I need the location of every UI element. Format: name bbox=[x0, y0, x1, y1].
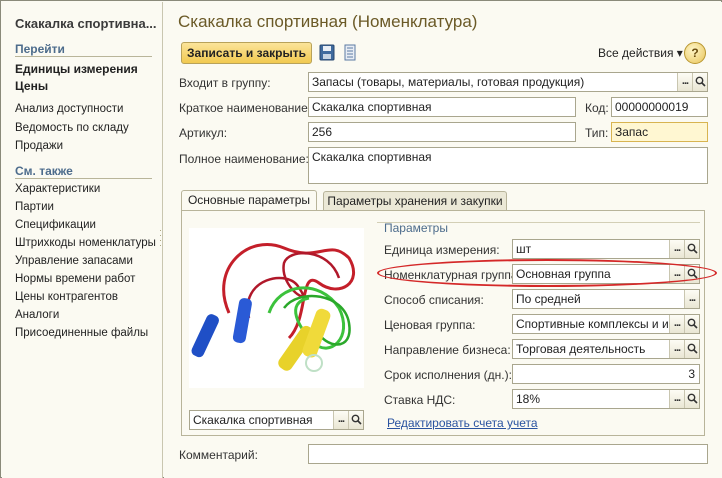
type-label: Тип: bbox=[585, 126, 609, 140]
unit-label: Единица измерения: bbox=[384, 243, 500, 257]
select-dots-icon[interactable]: ... bbox=[677, 73, 692, 91]
search-icon[interactable] bbox=[684, 390, 699, 408]
full-name-value: Скакалка спортивная bbox=[312, 150, 432, 164]
tab-storage-params[interactable]: Параметры хранения и закупки bbox=[323, 191, 507, 211]
edit-accounts-link[interactable]: Редактировать счета учета bbox=[387, 416, 538, 430]
nav-prices[interactable]: Цены bbox=[15, 79, 48, 93]
short-name-label: Краткое наименование: bbox=[179, 101, 312, 115]
tab-main-params[interactable]: Основные параметры bbox=[181, 190, 317, 211]
search-icon[interactable] bbox=[348, 411, 363, 429]
nav-availability-analysis[interactable]: Анализ доступности bbox=[15, 103, 123, 115]
divider bbox=[15, 56, 152, 57]
help-icon[interactable]: ? bbox=[684, 42, 706, 64]
code-label: Код: bbox=[585, 101, 609, 115]
vat-label: Ставка НДС: bbox=[384, 393, 456, 407]
price-group-value: Спортивные комплексы и инв bbox=[516, 317, 682, 331]
nav-stock-report[interactable]: Ведомость по складу bbox=[15, 122, 129, 134]
nav-units[interactable]: Единицы измерения bbox=[15, 62, 138, 76]
nav-batches[interactable]: Партии bbox=[15, 201, 54, 213]
article-value: 256 bbox=[312, 125, 333, 139]
page-title: Скакалка спортивная (Номенклатура) bbox=[178, 12, 478, 31]
term-label: Срок исполнения (дн.): bbox=[384, 368, 512, 382]
select-dots-icon[interactable]: ... bbox=[669, 240, 684, 258]
nav-stock-management[interactable]: Управление запасами bbox=[15, 255, 133, 267]
select-dots-icon[interactable]: ... bbox=[669, 340, 684, 358]
main-form: Скакалка спортивная (Номенклатура) Запис… bbox=[164, 2, 722, 478]
section-goto: Перейти bbox=[15, 42, 65, 56]
nav-sales[interactable]: Продажи bbox=[15, 140, 63, 152]
unit-field[interactable]: шт ... bbox=[512, 239, 700, 259]
nav-characteristics[interactable]: Характеристики bbox=[15, 183, 100, 195]
select-dots-icon[interactable]: ... bbox=[669, 315, 684, 333]
section-see-also: См. также bbox=[15, 164, 73, 178]
search-icon[interactable] bbox=[684, 315, 699, 333]
group-field[interactable]: Запасы (товары, материалы, готовая проду… bbox=[308, 72, 708, 92]
form-window: Скакалка спортивна... Перейти Единицы из… bbox=[0, 0, 722, 478]
save-icon[interactable] bbox=[319, 44, 335, 61]
short-name-field[interactable]: Скакалка спортивная bbox=[308, 97, 576, 117]
resize-handle-icon[interactable]: · · · · bbox=[159, 226, 162, 250]
params-group-title: Параметры bbox=[384, 221, 448, 235]
highlight-ellipse bbox=[377, 259, 717, 287]
search-icon[interactable] bbox=[692, 73, 707, 91]
nav-work-time-norms[interactable]: Нормы времени работ bbox=[15, 273, 135, 285]
image-caption-field[interactable]: Скакалка спортивная ... bbox=[189, 410, 364, 430]
type-field[interactable]: Запас bbox=[611, 122, 708, 142]
select-dots-icon[interactable]: ... bbox=[684, 290, 699, 308]
list-icon[interactable] bbox=[342, 44, 358, 61]
full-name-field[interactable]: Скакалка спортивная bbox=[308, 147, 708, 184]
product-image bbox=[189, 228, 364, 388]
full-name-label: Полное наименование: bbox=[179, 152, 309, 166]
image-caption-value: Скакалка спортивная bbox=[193, 413, 313, 427]
search-icon[interactable] bbox=[684, 340, 699, 358]
term-field[interactable]: 3 bbox=[512, 364, 700, 384]
group-value: Запасы (товары, материалы, готовая проду… bbox=[312, 75, 585, 89]
term-value: 3 bbox=[688, 367, 695, 381]
unit-value: шт bbox=[516, 242, 532, 256]
type-value: Запас bbox=[615, 125, 649, 139]
comment-field[interactable] bbox=[308, 444, 708, 464]
vat-field[interactable]: 18% ... bbox=[512, 389, 700, 409]
nav-specifications[interactable]: Спецификации bbox=[15, 219, 96, 231]
all-actions-menu[interactable]: Все действия ▾ bbox=[598, 46, 683, 60]
price-group-label: Ценовая группа: bbox=[384, 318, 476, 332]
nav-attached-files[interactable]: Присоединенные файлы bbox=[15, 327, 148, 339]
nav-counterparty-prices[interactable]: Цены контрагентов bbox=[15, 291, 118, 303]
article-label: Артикул: bbox=[179, 126, 228, 140]
business-value: Торговая деятельность bbox=[516, 342, 646, 356]
code-field[interactable]: 00000000019 bbox=[611, 97, 708, 117]
comment-label: Комментарий: bbox=[179, 448, 258, 462]
nav-analogs[interactable]: Аналоги bbox=[15, 309, 59, 321]
select-dots-icon[interactable]: ... bbox=[669, 390, 684, 408]
business-field[interactable]: Торговая деятельность ... bbox=[512, 339, 700, 359]
article-field[interactable]: 256 bbox=[308, 122, 576, 142]
select-dots-icon[interactable]: ... bbox=[333, 411, 348, 429]
nav-barcodes[interactable]: Штрихкоды номенклатуры bbox=[15, 237, 156, 249]
left-panel-title: Скакалка спортивна... bbox=[15, 16, 157, 31]
writeoff-value: По средней bbox=[516, 292, 581, 306]
divider bbox=[15, 178, 152, 179]
save-and-close-button[interactable]: Записать и закрыть bbox=[181, 42, 312, 64]
group-label: Входит в группу: bbox=[179, 76, 271, 90]
writeoff-field[interactable]: По средней ... bbox=[512, 289, 700, 309]
writeoff-label: Способ списания: bbox=[384, 293, 484, 307]
search-icon[interactable] bbox=[684, 240, 699, 258]
left-nav-panel: Скакалка спортивна... Перейти Единицы из… bbox=[2, 2, 163, 478]
price-group-field[interactable]: Спортивные комплексы и инв ... bbox=[512, 314, 700, 334]
code-value: 00000000019 bbox=[615, 100, 689, 114]
jump-rope-picture bbox=[191, 242, 356, 372]
business-label: Направление бизнеса: bbox=[384, 343, 511, 357]
vat-value: 18% bbox=[516, 392, 541, 406]
short-name-value: Скакалка спортивная bbox=[312, 100, 432, 114]
